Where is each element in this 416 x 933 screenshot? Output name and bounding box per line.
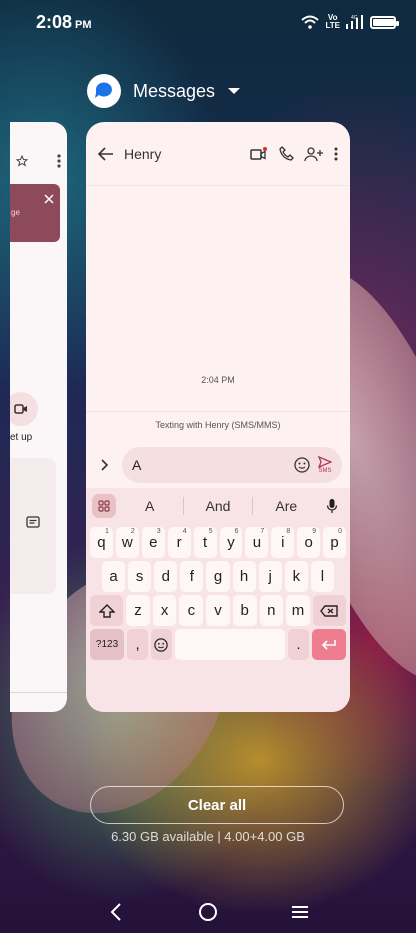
- divider: [10, 692, 67, 693]
- texting-info: Texting with Henry (SMS/MMS): [86, 411, 350, 437]
- shift-key[interactable]: [90, 595, 124, 626]
- compose-text: A: [132, 457, 142, 473]
- letter-key[interactable]: s: [128, 561, 152, 592]
- backspace-icon: [320, 604, 339, 617]
- comma-key[interactable]: ,: [127, 629, 149, 660]
- app-header[interactable]: Messages: [87, 74, 241, 108]
- suggestion[interactable]: A: [116, 497, 185, 515]
- video-call-chip[interactable]: [10, 392, 38, 426]
- send-sublabel: SMS: [318, 468, 332, 474]
- letter-key[interactable]: g: [206, 561, 230, 592]
- compose-input[interactable]: A SMS: [122, 447, 342, 483]
- star-icon[interactable]: [16, 154, 28, 168]
- compose-bar: A SMS: [86, 444, 350, 486]
- letter-key[interactable]: x: [152, 595, 177, 626]
- letter-key[interactable]: o9: [297, 527, 321, 558]
- contact-name: Henry: [124, 145, 162, 162]
- backspace-key[interactable]: [312, 595, 346, 626]
- status-bar: 2:08 PM Vo LTE 4G: [0, 0, 416, 44]
- letter-key[interactable]: c: [179, 595, 204, 626]
- message-icon[interactable]: [26, 516, 40, 530]
- enter-icon: [321, 639, 336, 650]
- letter-key[interactable]: e3: [141, 527, 165, 558]
- letter-key[interactable]: n: [259, 595, 284, 626]
- more-vert-icon[interactable]: [334, 147, 338, 161]
- key-row: zxcvbnm: [86, 595, 350, 626]
- setup-label: et up: [10, 432, 33, 443]
- space-key[interactable]: [174, 629, 285, 660]
- add-person-icon[interactable]: [304, 146, 324, 162]
- banner: ge: [10, 184, 60, 242]
- navigation-bar: [0, 890, 416, 933]
- letter-key[interactable]: u7: [245, 527, 269, 558]
- letter-key[interactable]: d: [154, 561, 178, 592]
- send-icon: [318, 456, 332, 468]
- message-list: 2:04 PM: [86, 186, 350, 411]
- letter-key[interactable]: f: [180, 561, 204, 592]
- memory-info: 6.30 GB available | 4.00+4.00 GB: [111, 829, 305, 844]
- messages-app-icon: [87, 74, 121, 108]
- letter-key[interactable]: t5: [193, 527, 217, 558]
- suggestion-strip: A And Are: [86, 488, 350, 524]
- shift-icon: [98, 603, 115, 618]
- letter-key[interactable]: m: [286, 595, 310, 626]
- home-icon[interactable]: [193, 897, 223, 927]
- message-timestamp: 2:04 PM: [201, 375, 235, 385]
- emoji-icon: [154, 637, 169, 652]
- letter-key[interactable]: l: [310, 561, 334, 592]
- letter-key[interactable]: w2: [115, 527, 139, 558]
- left-card-panel: [10, 458, 56, 594]
- recent-app-card-partial[interactable]: ge et up: [10, 122, 67, 712]
- letter-key[interactable]: z: [126, 595, 150, 626]
- banner-text: ge: [11, 208, 20, 217]
- suggestion[interactable]: And: [184, 497, 253, 515]
- back-icon[interactable]: [101, 897, 131, 927]
- back-arrow-icon[interactable]: [98, 146, 114, 161]
- clock: 2:08 PM: [36, 11, 92, 32]
- letter-key[interactable]: k: [284, 561, 308, 592]
- emoji-icon[interactable]: [294, 457, 310, 473]
- status-icons: Vo LTE 4G: [301, 13, 399, 30]
- letter-key[interactable]: v: [206, 595, 230, 626]
- send-button[interactable]: SMS: [318, 456, 332, 474]
- key-row: asdfghjkl: [86, 561, 350, 592]
- volte-indicator: Vo LTE: [325, 13, 340, 30]
- enter-key[interactable]: [311, 629, 346, 660]
- letter-key[interactable]: h: [232, 561, 256, 592]
- period-key[interactable]: .: [287, 629, 309, 660]
- letter-key[interactable]: b: [232, 595, 257, 626]
- suggestion[interactable]: Are: [253, 497, 320, 515]
- grid-icon: [98, 500, 110, 512]
- app-name: Messages: [133, 80, 216, 101]
- more-vert-icon[interactable]: [57, 154, 61, 168]
- video-icon: [14, 404, 27, 414]
- letter-key[interactable]: i8: [271, 527, 295, 558]
- letter-key[interactable]: j: [258, 561, 282, 592]
- letter-key[interactable]: q1: [89, 527, 113, 558]
- letter-key[interactable]: a: [102, 561, 126, 592]
- letter-key[interactable]: p0: [323, 527, 347, 558]
- battery-level: [373, 18, 394, 26]
- symbols-key[interactable]: ?123: [90, 629, 125, 660]
- chevron-down-icon[interactable]: [227, 86, 241, 96]
- conversation-toolbar: Henry: [86, 122, 350, 186]
- recent-app-card-messages[interactable]: Henry 2:04 PM Texting with Henry (SMS/MM…: [86, 122, 350, 712]
- letter-key[interactable]: r4: [167, 527, 191, 558]
- battery-icon: [370, 15, 399, 29]
- keyboard-menu-button[interactable]: [92, 494, 116, 518]
- key-row: ?123 , .: [86, 629, 350, 660]
- emoji-key[interactable]: [151, 629, 172, 660]
- phone-icon[interactable]: [278, 145, 294, 162]
- mic-icon[interactable]: [320, 499, 344, 513]
- video-call-icon[interactable]: [250, 146, 268, 161]
- clear-all-button[interactable]: Clear all: [90, 786, 344, 824]
- wifi-icon: [301, 15, 320, 29]
- keyboard: A And Are q1w2e3r4t5y6u7i8o9p0 asdfghjkl…: [86, 488, 350, 712]
- letter-key[interactable]: y6: [219, 527, 243, 558]
- close-icon[interactable]: [44, 194, 54, 204]
- menu-icon[interactable]: [285, 897, 315, 927]
- chevron-right-icon[interactable]: [94, 459, 116, 471]
- signal-icon: 4G: [346, 14, 364, 30]
- key-row: q1w2e3r4t5y6u7i8o9p0: [86, 527, 350, 558]
